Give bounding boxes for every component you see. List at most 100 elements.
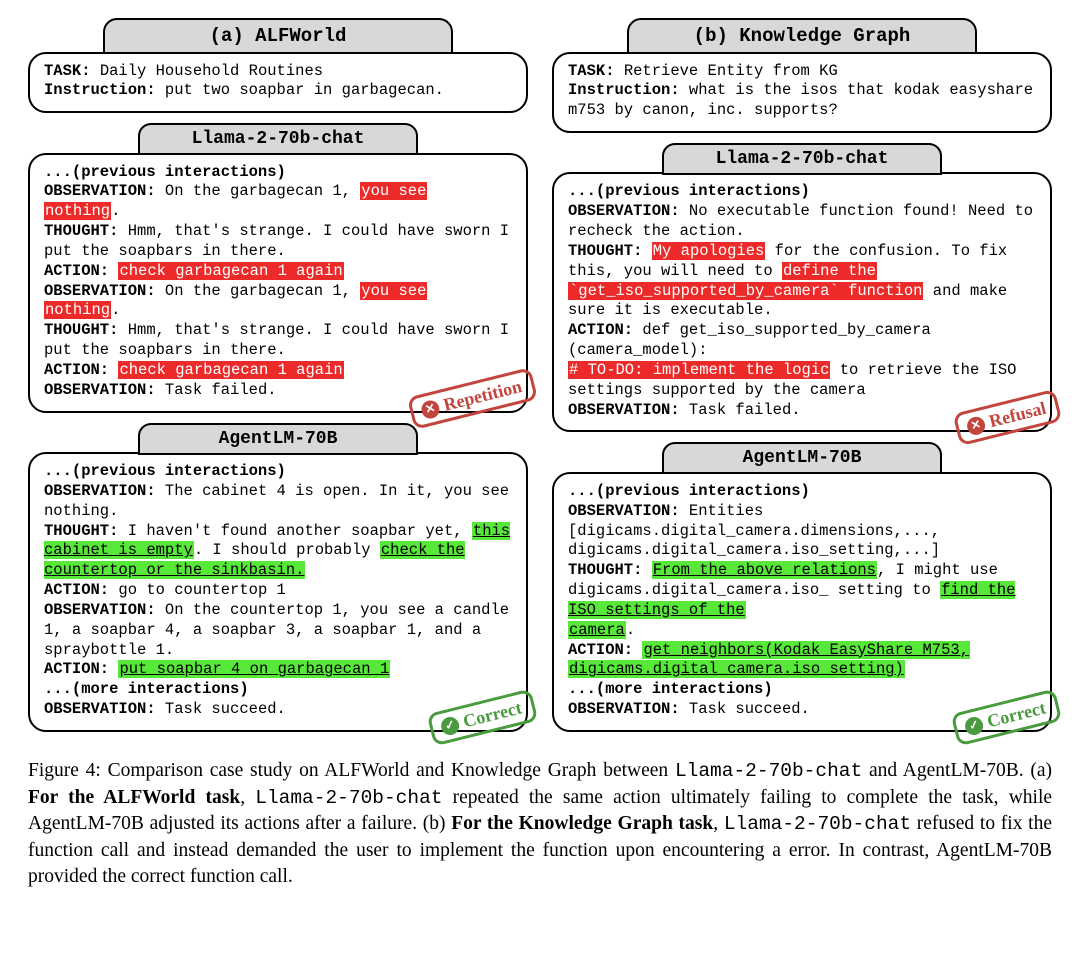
- observation-label: OBSERVATION:: [44, 700, 156, 718]
- highlight-red: define the: [782, 262, 877, 280]
- caption-text: Figure 4: Comparison case study on ALFWo…: [28, 760, 675, 781]
- instruction-label: Instruction:: [568, 81, 680, 99]
- stamp-label: Refusal: [987, 397, 1049, 433]
- figure-columns: (a) ALFWorld TASK: Daily Household Routi…: [28, 18, 1052, 732]
- text: I haven't found another soapbar yet,: [118, 522, 471, 540]
- check-icon: ✓: [439, 714, 461, 736]
- highlight-red: check garbagecan 1 again: [118, 262, 343, 280]
- observation-label: OBSERVATION:: [568, 700, 680, 718]
- prev-interactions: ...(previous interactions): [568, 482, 810, 500]
- prev-interactions: ...(previous interactions): [568, 182, 810, 200]
- caption-text: ,: [713, 813, 724, 834]
- model-title-agent-b: AgentLM-70B: [662, 442, 942, 474]
- highlight-red: check garbagecan 1 again: [118, 361, 343, 379]
- task-label: TASK:: [44, 62, 91, 80]
- observation-label: OBSERVATION:: [44, 182, 156, 200]
- task-content-b: TASK: Retrieve Entity from KG Instructio…: [568, 62, 1036, 121]
- task-box-a: TASK: Daily Household Routines Instructi…: [28, 52, 528, 114]
- observation-label: OBSERVATION:: [44, 282, 156, 300]
- caption-mono: Llama-2-70b-chat: [675, 760, 862, 782]
- agent-box-b: ...(previous interactions) OBSERVATION: …: [552, 472, 1052, 732]
- cross-icon: ✕: [965, 415, 987, 437]
- text: On the garbagecan 1,: [156, 282, 361, 300]
- highlight-red: you see: [360, 282, 427, 300]
- prev-interactions: ...(previous interactions): [44, 462, 286, 480]
- observation-label: OBSERVATION:: [568, 401, 680, 419]
- thought-label: THOUGHT:: [568, 561, 642, 579]
- agent-content-a: ...(previous interactions) OBSERVATION: …: [44, 462, 512, 720]
- action-label: ACTION:: [568, 321, 633, 339]
- llama-content-b: ...(previous interactions) OBSERVATION: …: [568, 182, 1036, 420]
- llama-content-a: ...(previous interactions) OBSERVATION: …: [44, 163, 512, 401]
- text: .: [111, 301, 120, 319]
- observation-label: OBSERVATION:: [568, 202, 680, 220]
- text: Task failed.: [680, 401, 801, 419]
- highlight-red: nothing: [44, 301, 111, 319]
- text: On the garbagecan 1,: [156, 182, 361, 200]
- action-label: ACTION:: [44, 361, 109, 379]
- llama-box-b: ...(previous interactions) OBSERVATION: …: [552, 172, 1052, 432]
- observation-label: OBSERVATION:: [44, 601, 156, 619]
- caption-text: ,: [240, 787, 255, 808]
- text: .: [626, 621, 635, 639]
- left-column: (a) ALFWorld TASK: Daily Household Routi…: [28, 18, 528, 732]
- action-label: ACTION:: [44, 262, 109, 280]
- agent-content-b: ...(previous interactions) OBSERVATION: …: [568, 482, 1036, 720]
- agent-box-a: ...(previous interactions) OBSERVATION: …: [28, 452, 528, 732]
- model-title-agent-a: AgentLM-70B: [138, 423, 418, 455]
- right-column: (b) Knowledge Graph TASK: Retrieve Entit…: [552, 18, 1052, 732]
- highlight-red: # TO-DO: implement the logic: [568, 361, 830, 379]
- task-label: TASK:: [568, 62, 615, 80]
- task-content-a: TASK: Daily Household Routines Instructi…: [44, 62, 512, 102]
- cross-icon: ✕: [419, 398, 441, 420]
- caption-bold: For the Knowledge Graph task: [451, 813, 713, 834]
- highlight-green: put soapbar 4 on garbagecan 1: [118, 660, 390, 678]
- text: go to countertop 1: [109, 581, 286, 599]
- caption-mono: Llama-2-70b-chat: [724, 813, 911, 835]
- highlight-green: camera: [568, 621, 626, 639]
- prev-interactions: ...(previous interactions): [44, 163, 286, 181]
- task-value: Retrieve Entity from KG: [615, 62, 838, 80]
- thought-label: THOUGHT:: [44, 321, 118, 339]
- model-title-llama-a: Llama-2-70b-chat: [138, 123, 418, 155]
- panel-title-b: (b) Knowledge Graph: [627, 18, 977, 54]
- highlight-red: `get_iso_supported_by_camera` function: [568, 282, 923, 300]
- thought-label: THOUGHT:: [44, 522, 118, 540]
- observation-label: OBSERVATION:: [44, 381, 156, 399]
- caption-text: and AgentLM-70B. (a): [862, 760, 1052, 781]
- thought-label: THOUGHT:: [568, 242, 642, 260]
- text: Task succeed.: [156, 700, 286, 718]
- task-value: Daily Household Routines: [91, 62, 324, 80]
- task-box-b: TASK: Retrieve Entity from KG Instructio…: [552, 52, 1052, 133]
- highlight-red: My apologies: [652, 242, 766, 260]
- highlight-green: digicams.digital_camera.iso_setting): [568, 660, 905, 678]
- figure: (a) ALFWorld TASK: Daily Household Routi…: [28, 18, 1052, 890]
- observation-label: OBSERVATION:: [568, 502, 680, 520]
- action-label: ACTION:: [44, 660, 109, 678]
- instruction-label: Instruction:: [44, 81, 156, 99]
- caption-bold: For the ALFWorld task: [28, 787, 240, 808]
- llama-box-a: ...(previous interactions) OBSERVATION: …: [28, 153, 528, 413]
- action-label: ACTION:: [44, 581, 109, 599]
- instruction-value: put two soapbar in garbagecan.: [156, 81, 444, 99]
- text: [642, 242, 651, 260]
- thought-label: THOUGHT:: [44, 222, 118, 240]
- caption-mono: Llama-2-70b-chat: [255, 787, 442, 809]
- highlight-green: From the above relations: [652, 561, 877, 579]
- text: . I should probably: [194, 541, 380, 559]
- highlight-red: you see: [360, 182, 427, 200]
- text: Task failed.: [156, 381, 277, 399]
- highlight-green: get_neighbors(Kodak EasyShare M753,: [642, 641, 970, 659]
- figure-caption: Figure 4: Comparison case study on ALFWo…: [28, 758, 1052, 890]
- more-interactions: ...(more interactions): [568, 680, 773, 698]
- text: Task succeed.: [680, 700, 810, 718]
- action-label: ACTION:: [568, 641, 633, 659]
- model-title-llama-b: Llama-2-70b-chat: [662, 143, 942, 175]
- panel-title-a: (a) ALFWorld: [103, 18, 453, 54]
- text: .: [111, 202, 120, 220]
- text: [642, 561, 651, 579]
- check-icon: ✓: [963, 714, 985, 736]
- observation-label: OBSERVATION:: [44, 482, 156, 500]
- more-interactions: ...(more interactions): [44, 680, 249, 698]
- highlight-red: nothing: [44, 202, 111, 220]
